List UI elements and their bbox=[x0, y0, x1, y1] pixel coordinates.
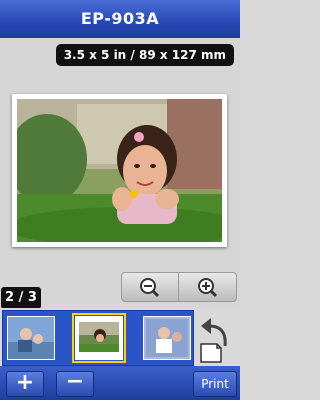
bottom-toolbar: + − Print bbox=[0, 366, 240, 400]
undo-arrow-icon bbox=[200, 318, 227, 363]
thumbnail-1[interactable] bbox=[7, 316, 55, 360]
thumbnail-strip bbox=[0, 308, 240, 366]
add-copy-button[interactable]: + bbox=[6, 371, 44, 397]
app-title: EP-903A bbox=[0, 0, 240, 38]
zoom-in-button[interactable] bbox=[180, 273, 236, 301]
zoom-control bbox=[121, 272, 237, 302]
zoom-in-icon bbox=[198, 278, 218, 298]
zoom-out-icon bbox=[140, 278, 160, 298]
page-indicator: 2 / 3 bbox=[1, 287, 41, 309]
thumbnail-list[interactable] bbox=[2, 310, 194, 366]
paper-size-badge: 3.5 x 5 in / 89 x 127 mm bbox=[55, 44, 234, 66]
back-button[interactable] bbox=[195, 312, 237, 364]
print-button[interactable]: Print bbox=[193, 371, 237, 397]
print-preview-paper[interactable] bbox=[12, 94, 227, 247]
thumbnail-2-selected[interactable] bbox=[72, 313, 126, 363]
remove-copy-button[interactable]: − bbox=[56, 371, 94, 397]
preview-area: 3.5 x 5 in / 89 x 127 mm bbox=[0, 38, 240, 308]
photo-preview bbox=[17, 99, 222, 242]
zoom-out-button[interactable] bbox=[122, 273, 179, 301]
thumbnail-3[interactable] bbox=[143, 316, 191, 360]
